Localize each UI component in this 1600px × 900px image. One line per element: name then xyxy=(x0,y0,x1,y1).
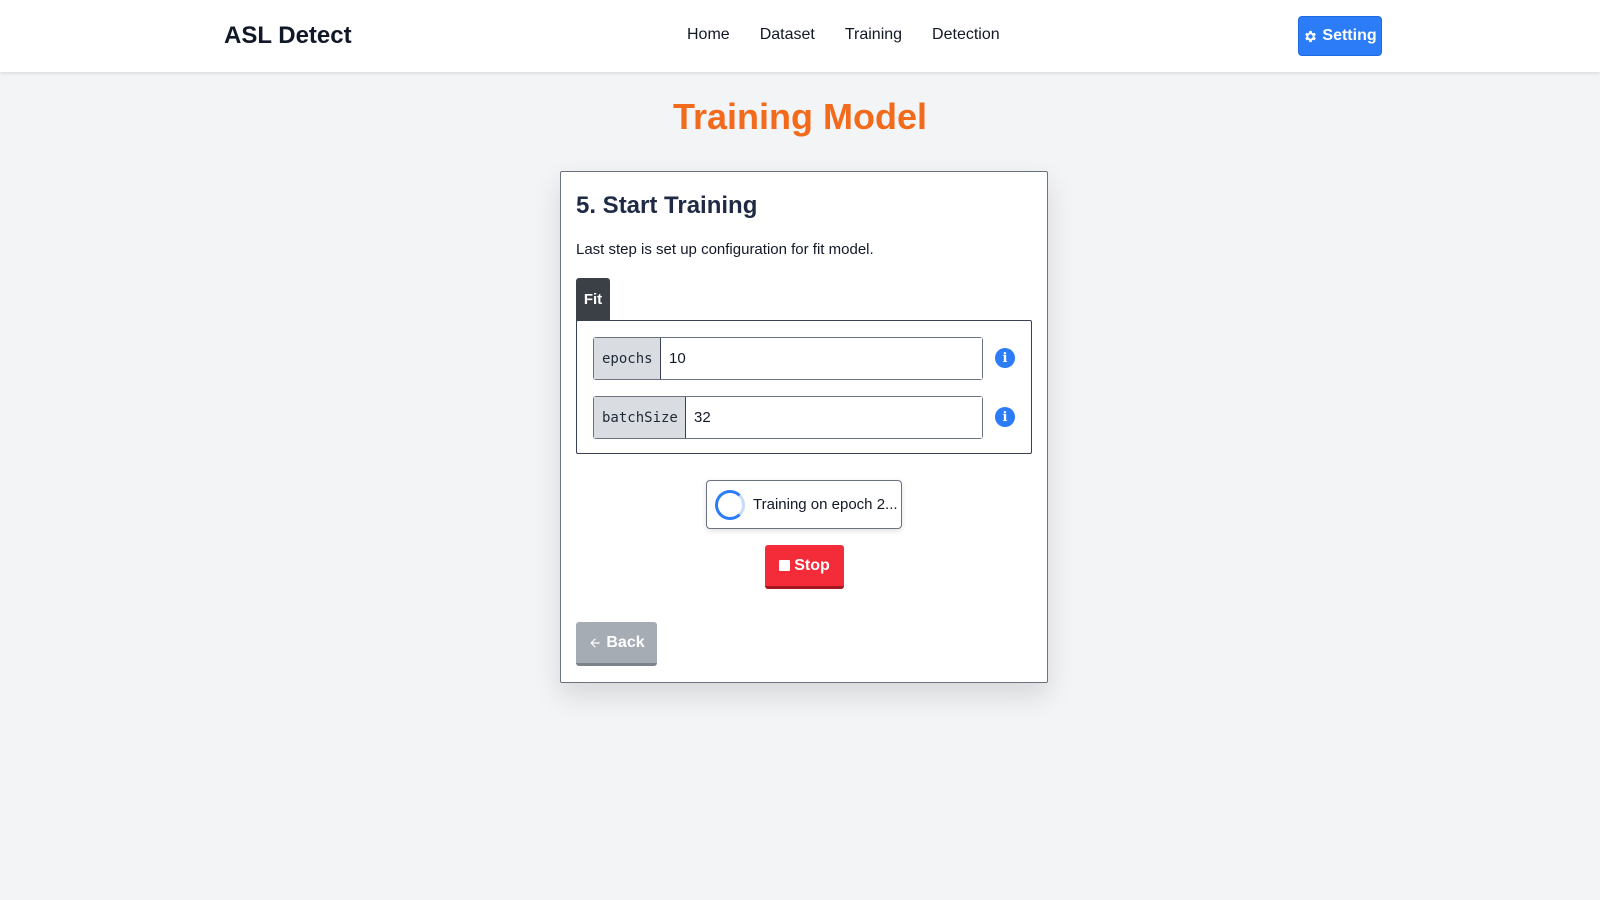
fit-panel: epochs i batchSize i xyxy=(576,320,1032,454)
stop-icon xyxy=(779,560,791,571)
nav-links: Home Dataset Training Detection xyxy=(687,26,1000,44)
brand-logo-text[interactable]: ASL Detect xyxy=(224,22,352,50)
epochs-info-icon[interactable]: i xyxy=(995,348,1015,368)
arrow-left-icon xyxy=(590,637,601,648)
back-button-label: Back xyxy=(606,633,645,651)
nav-link-dataset[interactable]: Dataset xyxy=(760,26,815,44)
page-title: Training Model xyxy=(672,96,927,137)
batchsize-label: batchSize xyxy=(594,397,686,438)
training-status: Training on epoch 2... xyxy=(706,480,902,529)
stop-button-label: Stop xyxy=(794,556,830,574)
batchsize-input-group: batchSize xyxy=(593,396,983,439)
batchsize-input[interactable] xyxy=(686,397,982,438)
nav-link-detection[interactable]: Detection xyxy=(932,26,1000,44)
stop-button[interactable]: Stop xyxy=(765,545,844,589)
epochs-input-group: epochs xyxy=(593,337,983,380)
batchsize-info-icon[interactable]: i xyxy=(995,407,1015,427)
step-description: Last step is set up configuration for fi… xyxy=(576,241,874,258)
spinner-icon xyxy=(715,489,745,520)
step-title: 5. Start Training xyxy=(576,192,758,219)
training-card: 5. Start Training Last step is set up co… xyxy=(560,171,1048,683)
status-text: Training on epoch 2... xyxy=(753,496,898,513)
nav-link-training[interactable]: Training xyxy=(845,26,902,44)
gear-icon xyxy=(1305,30,1317,42)
back-button[interactable]: Back xyxy=(576,622,657,666)
setting-button[interactable]: Setting xyxy=(1298,16,1382,56)
epochs-input[interactable] xyxy=(661,338,982,379)
tab-fit[interactable]: Fit xyxy=(576,278,610,321)
navbar: ASL Detect Home Dataset Training Detecti… xyxy=(0,0,1600,72)
nav-link-home[interactable]: Home xyxy=(687,26,730,44)
setting-button-label: Setting xyxy=(1322,27,1377,44)
epochs-label: epochs xyxy=(594,338,661,379)
